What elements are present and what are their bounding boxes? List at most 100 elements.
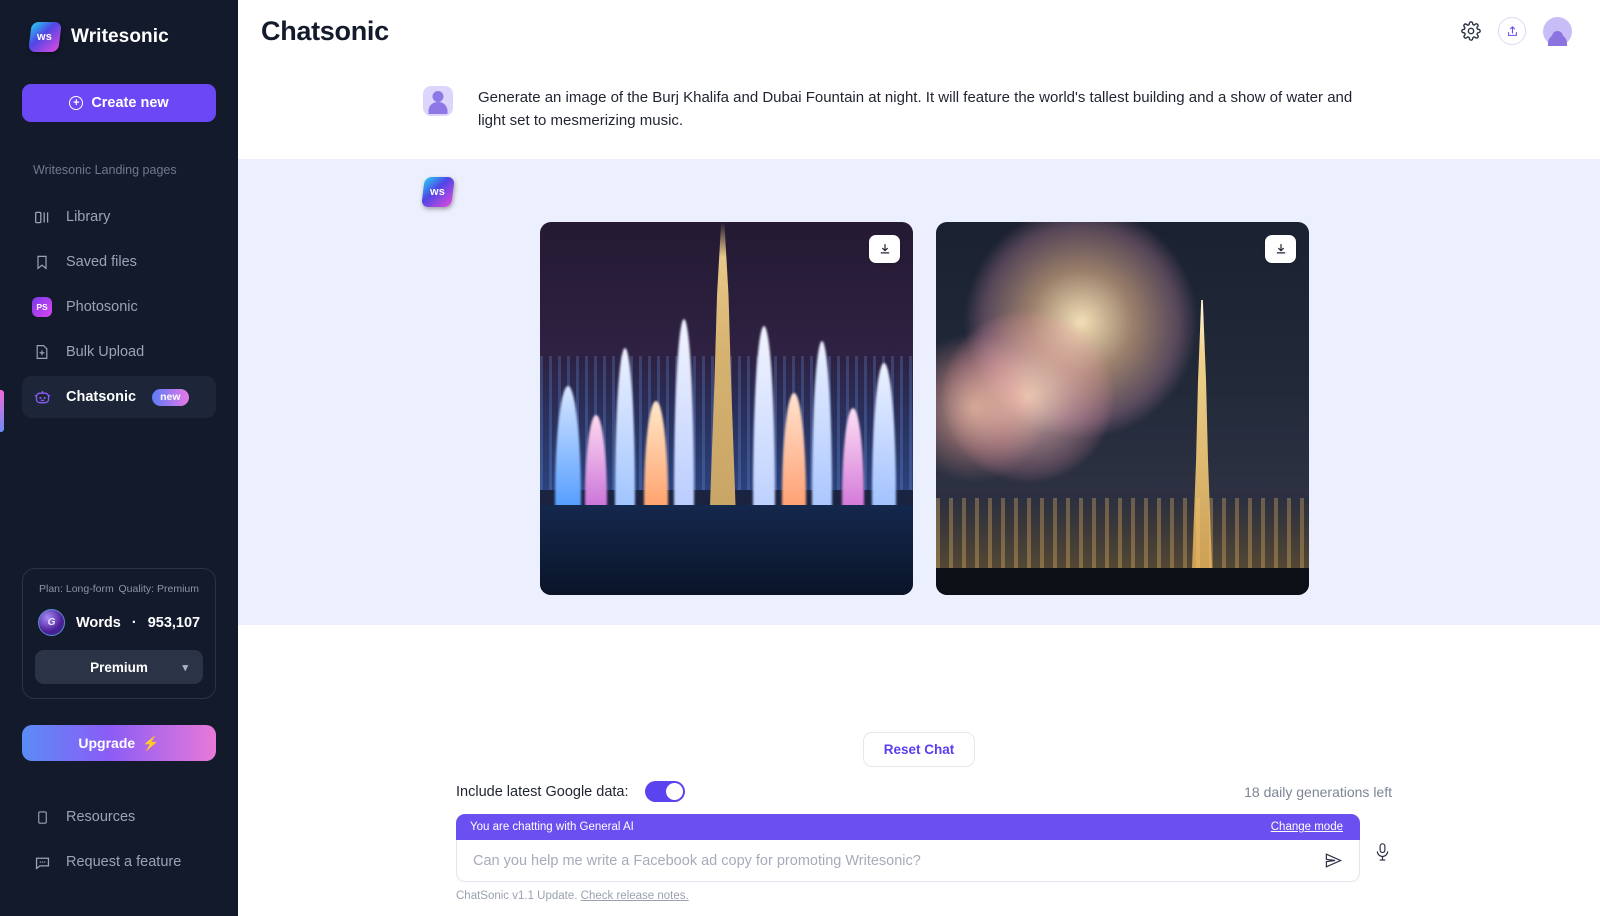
composer-footer: Reset Chat Include latest Google data: 1… — [238, 732, 1600, 916]
upgrade-label: Upgrade — [78, 735, 136, 751]
sidebar-item-resources[interactable]: Resources — [22, 796, 216, 838]
change-mode-link[interactable]: Change mode — [1271, 821, 1343, 833]
sidebar-item-label: Chatsonic — [66, 389, 137, 405]
mode-text: You are chatting with General AI — [470, 821, 634, 833]
chat-input-box[interactable] — [456, 840, 1360, 882]
photosonic-logo-text: PS — [32, 297, 52, 317]
image-water-layer — [540, 504, 913, 595]
chat-thread: Generate an image of the Burj Khalifa an… — [238, 62, 1600, 732]
active-item-accent-bar — [0, 390, 4, 432]
sidebar: ws Writesonic + Create new Writesonic La… — [0, 0, 238, 916]
avatar-body — [428, 102, 448, 114]
sidebar-item-saved-files[interactable]: Saved files — [22, 241, 216, 283]
send-icon[interactable] — [1324, 851, 1343, 870]
chat-input[interactable] — [473, 852, 1324, 869]
image-bay-layer — [936, 568, 1309, 595]
chat-bubble-icon — [32, 852, 52, 872]
reset-chat-button[interactable]: Reset Chat — [862, 732, 976, 767]
app-root: ws Writesonic + Create new Writesonic La… — [0, 0, 1600, 916]
toggle-knob — [665, 783, 683, 800]
sidebar-item-label: Photosonic — [66, 299, 138, 315]
create-new-label: Create new — [91, 95, 169, 111]
writesonic-logo-icon: ws — [28, 22, 62, 52]
release-notes-link[interactable]: Check release notes. — [581, 890, 689, 902]
composer: You are chatting with General AI Change … — [456, 814, 1360, 902]
microphone-icon[interactable] — [1373, 814, 1392, 868]
fountain-jet — [674, 318, 695, 513]
sidebar-item-request-a-feature[interactable]: Request a feature — [22, 841, 216, 883]
google-data-control: Include latest Google data: — [456, 781, 685, 802]
quality-select-value: Premium — [90, 659, 148, 675]
main-content: Chatsonic Generate an image of the Burj … — [238, 0, 1600, 916]
plan-card: Plan: Long-form Quality: Premium G Words… — [22, 568, 216, 699]
user-message-text: Generate an image of the Burj Khalifa an… — [478, 89, 1353, 130]
sidebar-item-library[interactable]: Library — [22, 196, 216, 238]
user-avatar-icon — [423, 86, 453, 116]
upgrade-button[interactable]: Upgrade ⚡ — [22, 725, 216, 761]
writesonic-logo-text: ws — [37, 31, 53, 43]
plan-label: Plan: Long-form — [39, 583, 114, 595]
plus-circle-icon: + — [69, 96, 84, 110]
google-data-toggle[interactable] — [644, 781, 685, 802]
gear-icon[interactable] — [1461, 21, 1481, 41]
file-plus-icon — [32, 342, 52, 362]
lightning-icon: ⚡ — [142, 734, 160, 751]
sidebar-section-label: Writesonic Landing pages — [33, 163, 177, 177]
quality-label: Quality: Premium — [118, 583, 199, 595]
assistant-avatar-icon: ws — [421, 176, 455, 207]
sidebar-item-label: Resources — [66, 809, 136, 825]
words-count: 953,107 — [147, 614, 201, 631]
avatar — [1543, 16, 1572, 46]
fountain-jet — [752, 325, 775, 513]
words-label: Words — [76, 614, 121, 631]
page-title: Chatsonic — [261, 15, 389, 46]
words-separator: · — [131, 614, 137, 631]
create-new-button[interactable]: + Create new — [22, 84, 216, 122]
download-icon[interactable] — [869, 234, 900, 263]
bookmark-icon — [32, 252, 52, 272]
words-orb-icon: G — [38, 609, 65, 636]
columns-icon — [32, 207, 52, 227]
user-avatar[interactable] — [1543, 16, 1572, 46]
top-bar: Chatsonic — [238, 0, 1600, 62]
sidebar-nav: Library Saved files PS Photosonic Bulk U… — [0, 193, 238, 421]
sidebar-item-label: Library — [66, 209, 111, 225]
reset-chat-wrap: Reset Chat — [266, 732, 1572, 767]
sidebar-item-bulk-upload[interactable]: Bulk Upload — [22, 331, 216, 373]
robot-icon — [32, 387, 52, 407]
generations-left: 18 daily generations left — [1244, 783, 1392, 800]
download-icon[interactable] — [1265, 234, 1296, 263]
mode-bar: You are chatting with General AI Change … — [456, 814, 1360, 840]
generated-image-2[interactable] — [936, 221, 1309, 595]
top-bar-icons — [1461, 16, 1572, 46]
composer-controls: Include latest Google data: 18 daily gen… — [266, 781, 1572, 802]
quality-select[interactable]: Premium ▾ — [35, 650, 203, 684]
release-notes: ChatSonic v1.1 Update. Check release not… — [456, 890, 1360, 902]
share-icon[interactable] — [1498, 17, 1526, 45]
new-badge: new — [152, 388, 189, 406]
composer-row: You are chatting with General AI Change … — [266, 814, 1572, 902]
assistant-avatar-text: ws — [430, 185, 446, 198]
brand[interactable]: ws Writesonic — [0, 0, 238, 52]
book-icon — [32, 807, 52, 827]
image-skyline-layer — [936, 497, 1309, 580]
avatar-head — [432, 91, 444, 102]
message-assistant: ws — [238, 158, 1600, 625]
photosonic-logo-icon: PS — [32, 297, 52, 317]
chevron-down-icon: ▾ — [182, 661, 188, 674]
sidebar-item-photosonic[interactable]: PS Photosonic — [22, 286, 216, 328]
avatar-body — [1548, 33, 1567, 46]
generated-image-1[interactable] — [540, 221, 913, 595]
plan-info-row: Plan: Long-form Quality: Premium — [35, 583, 203, 595]
sidebar-item-chatsonic[interactable]: Chatsonic new — [22, 376, 216, 418]
sidebar-item-label: Saved files — [66, 254, 137, 270]
words-row: G Words · 953,107 — [35, 609, 203, 636]
generated-image-grid — [540, 221, 1572, 595]
sidebar-item-label: Request a feature — [66, 854, 182, 870]
brand-name: Writesonic — [71, 26, 169, 47]
google-data-label: Include latest Google data: — [456, 783, 629, 800]
sidebar-bottom-nav: Resources Request a feature — [0, 793, 238, 886]
sidebar-item-label: Bulk Upload — [66, 344, 145, 360]
message-user: Generate an image of the Burj Khalifa an… — [238, 62, 1600, 159]
